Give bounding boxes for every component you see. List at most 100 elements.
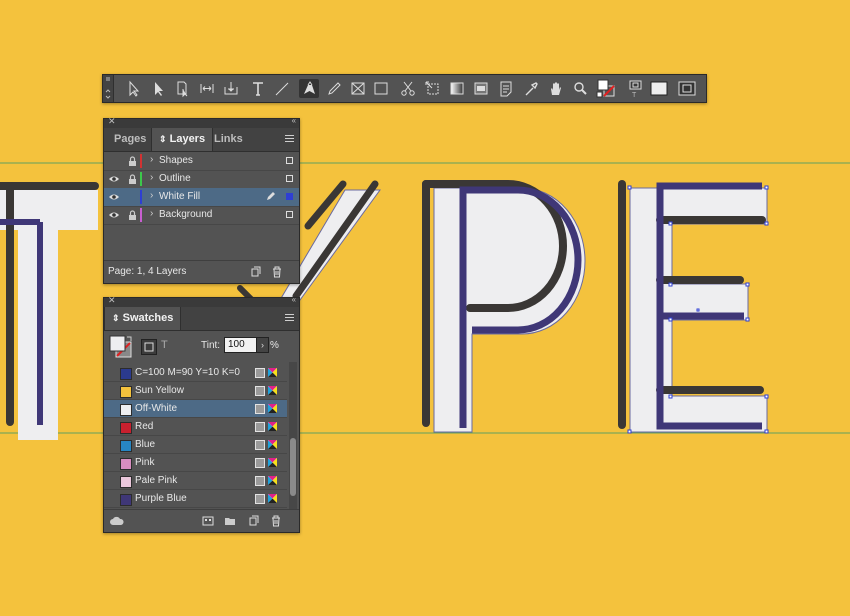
cmyk-mode-icon — [267, 457, 278, 468]
delete-layer-icon[interactable] — [271, 266, 283, 278]
formatting-container-icon[interactable] — [141, 339, 157, 355]
process-color-icon — [255, 368, 265, 378]
swatch-name: Pink — [135, 457, 155, 468]
expand-arrow-icon[interactable]: › — [150, 190, 153, 201]
cmyk-mode-icon — [267, 403, 278, 414]
pen-tool-icon[interactable] — [299, 79, 319, 98]
swatch-row[interactable]: Blue — [104, 436, 287, 454]
process-color-icon — [255, 422, 265, 432]
tab-pages[interactable]: Pages — [107, 128, 153, 151]
hand-icon[interactable] — [546, 79, 566, 98]
pencil-tool-icon[interactable] — [324, 79, 344, 98]
visibility-toggle[interactable] — [108, 155, 120, 167]
tab-arrows-icon: ⇕ — [159, 134, 167, 144]
layer-row[interactable]: › White Fill — [104, 188, 299, 207]
eyedropper-icon[interactable] — [521, 79, 541, 98]
swatches-scrollbar[interactable] — [289, 362, 297, 510]
layer-row[interactable]: › Outline — [104, 170, 299, 189]
scrollbar-thumb[interactable] — [290, 438, 296, 496]
formatting-affects-container-icon[interactable]: T — [626, 79, 646, 98]
new-color-group-icon[interactable] — [224, 515, 236, 527]
layer-row[interactable]: › Shapes — [104, 152, 299, 171]
tint-arrow-button[interactable]: › — [256, 337, 269, 353]
expand-arrow-icon[interactable]: › — [150, 154, 153, 165]
swatch-name: Pale Pink — [135, 475, 178, 486]
swatch-name: Red — [135, 421, 154, 432]
new-layer-icon[interactable] — [250, 266, 262, 278]
swatch-chip — [120, 494, 132, 506]
swatch-name: Purple Blue — [135, 493, 187, 504]
rectangle-frame-icon[interactable] — [348, 79, 368, 98]
fill-stroke-icon[interactable] — [596, 79, 616, 98]
layer-name: Background — [159, 209, 213, 220]
toolbar-grip[interactable] — [103, 75, 114, 102]
zoom-icon[interactable] — [570, 79, 590, 98]
content-collector-icon[interactable] — [221, 79, 241, 98]
lock-icon[interactable] — [126, 173, 138, 185]
formatting-text-icon[interactable]: T — [161, 339, 168, 351]
layer-target-icon[interactable] — [286, 175, 293, 182]
layer-target-icon[interactable] — [286, 157, 293, 164]
eye-icon[interactable] — [108, 191, 120, 203]
lock-icon[interactable] — [126, 209, 138, 221]
fill-stroke-swatch-icon[interactable] — [109, 335, 133, 359]
type-tool-icon[interactable] — [248, 79, 268, 98]
tint-input[interactable]: 100 — [224, 337, 257, 353]
collapse-icon[interactable]: ‹‹ — [292, 116, 296, 125]
tab-swatches[interactable]: ⇕ Swatches — [104, 307, 182, 330]
note-icon[interactable] — [496, 79, 516, 98]
layer-name: White Fill — [159, 191, 201, 202]
eye-icon[interactable] — [108, 173, 120, 185]
layer-name: Shapes — [159, 155, 193, 166]
swatch-row[interactable]: Purple Blue — [104, 490, 287, 508]
selection-icon[interactable] — [123, 79, 143, 98]
panel-menu-icon[interactable] — [285, 133, 294, 146]
gradient-feather-icon[interactable] — [471, 79, 491, 98]
page-tool-icon[interactable] — [172, 79, 192, 98]
panel-menu-icon[interactable] — [285, 312, 294, 325]
swatch-row[interactable]: Pink — [104, 454, 287, 472]
expand-arrow-icon[interactable]: › — [150, 208, 153, 219]
swatch-chip — [120, 404, 132, 416]
pen-icon — [265, 190, 277, 202]
layer-target-icon[interactable] — [286, 211, 293, 218]
free-transform-icon[interactable] — [423, 79, 443, 98]
lock-icon[interactable] — [126, 155, 138, 167]
delete-swatch-icon[interactable] — [270, 515, 282, 527]
layer-target-icon[interactable] — [286, 193, 293, 200]
cmyk-mode-icon — [267, 475, 278, 486]
swatch-row[interactable]: Sun Yellow — [104, 382, 287, 400]
tab-layers[interactable]: ⇕ Layers — [151, 128, 214, 151]
new-swatch-icon[interactable] — [248, 515, 260, 527]
swatch-row[interactable]: Red — [104, 418, 287, 436]
tab-arrows-icon: ⇕ — [112, 313, 120, 323]
swatch-row[interactable]: Off-White — [104, 400, 287, 418]
close-icon[interactable]: ✕ — [108, 295, 116, 306]
layer-color-indicator — [140, 208, 142, 222]
scissors-icon[interactable] — [398, 79, 418, 98]
swatch-row[interactable]: Pale Pink — [104, 472, 287, 490]
screen-mode-icon[interactable] — [677, 79, 697, 98]
letter-e — [618, 180, 769, 434]
eye-icon[interactable] — [108, 209, 120, 221]
line-tool-icon[interactable] — [272, 79, 292, 98]
lock-toggle[interactable] — [126, 191, 138, 203]
expand-arrow-icon[interactable]: › — [150, 172, 153, 183]
collapse-icon[interactable]: ‹‹ — [292, 295, 296, 304]
process-color-icon — [255, 386, 265, 396]
swatch-chip — [120, 422, 132, 434]
layer-row[interactable]: › Background — [104, 206, 299, 225]
swatch-name: Off-White — [135, 403, 178, 414]
rectangle-tool-icon[interactable] — [371, 79, 391, 98]
swatches-panel: ✕ ‹‹ ⇕ Swatches T Tint: 100 › % C=100 M=9… — [103, 295, 300, 533]
gradient-swatch-icon[interactable] — [447, 79, 467, 98]
layer-color-indicator — [140, 172, 142, 186]
normal-mode-icon[interactable] — [649, 79, 669, 98]
swatch-row[interactable]: C=100 M=90 Y=10 K=0 — [104, 364, 287, 382]
gap-tool-icon[interactable] — [197, 79, 217, 98]
direct-selection-icon[interactable] — [148, 79, 168, 98]
close-icon[interactable]: ✕ — [108, 116, 116, 127]
show-options-icon[interactable] — [202, 515, 214, 527]
cloud-library-icon[interactable] — [110, 515, 124, 527]
tab-links[interactable]: Links — [207, 128, 250, 151]
